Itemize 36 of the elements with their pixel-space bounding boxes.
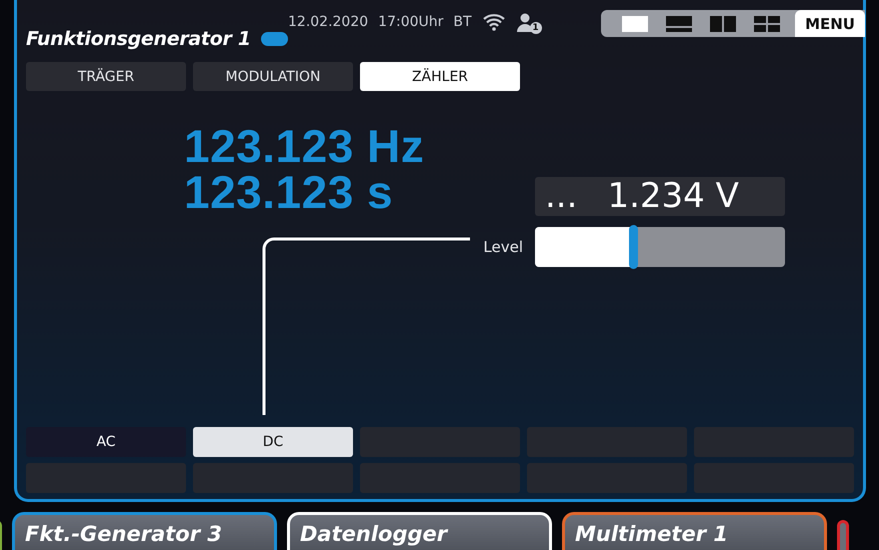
window-title: Funktionsgenerator 1 [26, 28, 251, 50]
app-tab[interactable]: Multimeter 1 [562, 512, 827, 550]
slider-thumb[interactable] [628, 225, 638, 269]
time-text: 17:00Uhr [378, 14, 444, 30]
empty-button[interactable] [360, 427, 520, 457]
empty-button[interactable] [527, 463, 687, 493]
tab[interactable]: MODULATION [193, 62, 353, 91]
empty-button[interactable] [694, 427, 854, 457]
single-pane-icon [622, 16, 648, 32]
channel-indicator [260, 32, 288, 46]
empty-button[interactable] [193, 463, 353, 493]
bluetooth-text: BT [453, 14, 472, 30]
measurement-readout: 123.123 Hz [184, 123, 424, 169]
empty-button[interactable] [26, 463, 186, 493]
option-button[interactable]: DC [193, 427, 353, 457]
level-slider[interactable] [535, 227, 785, 267]
level-label: Level [483, 238, 523, 256]
two-columns-icon [710, 16, 736, 32]
tab[interactable]: ZÄHLER [360, 62, 520, 91]
empty-button[interactable] [360, 463, 520, 493]
date-text: 12.02.2020 [288, 14, 368, 30]
wifi-icon [482, 13, 506, 31]
option-button[interactable]: AC [26, 427, 186, 457]
app-tab-edge[interactable] [837, 520, 849, 550]
user-count-badge: 1 [530, 22, 542, 34]
menu-button[interactable]: MENU [795, 10, 865, 37]
tab[interactable]: TRÄGER [26, 62, 186, 91]
ellipsis-text: ... [545, 178, 578, 214]
empty-button[interactable] [527, 427, 687, 457]
empty-button[interactable] [694, 463, 854, 493]
voltage-value: 1.234 V [607, 178, 739, 214]
app-tab[interactable]: Fkt.-Generator 3 [12, 512, 277, 550]
measurement-readout: 123.123 s [184, 169, 394, 215]
two-rows-icon [666, 16, 692, 32]
four-panes-icon [754, 16, 780, 32]
app-tab[interactable]: Datenlogger [287, 512, 552, 550]
